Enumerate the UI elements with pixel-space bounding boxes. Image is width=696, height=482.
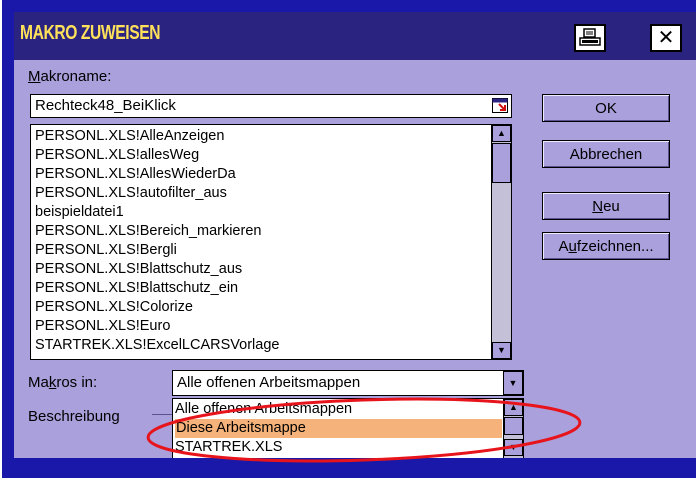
red-annotation-ellipse [146,397,582,463]
